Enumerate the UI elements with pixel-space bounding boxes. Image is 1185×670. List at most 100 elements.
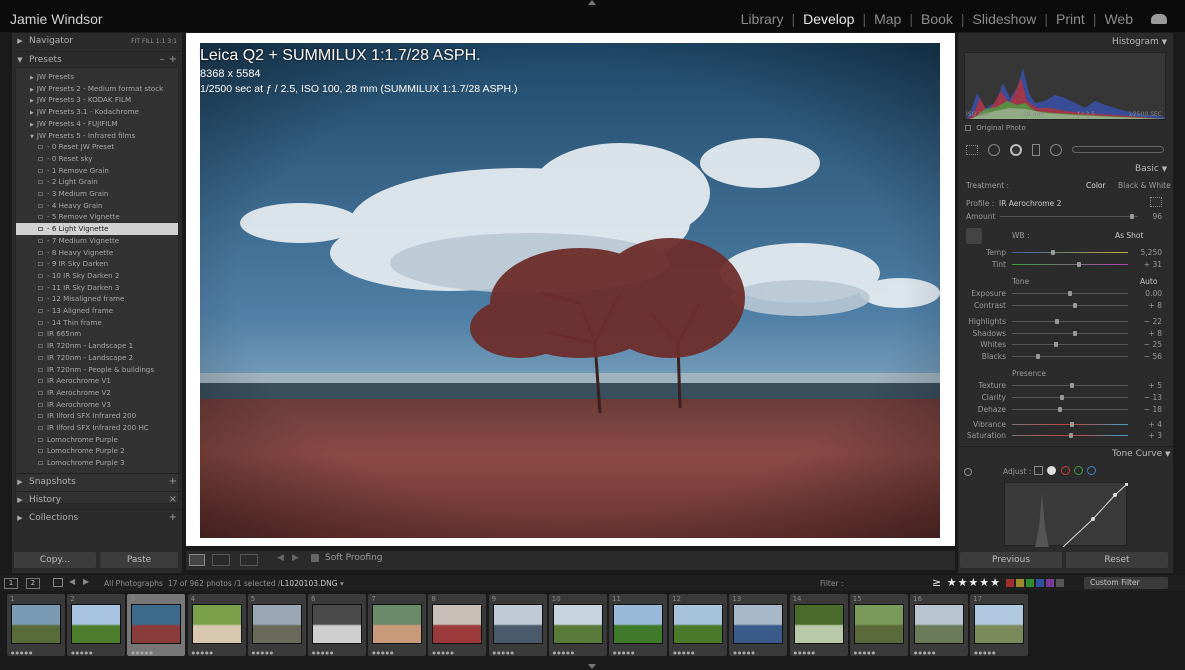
wb-dropdown[interactable]: As Shot xyxy=(1115,231,1143,240)
preset-item[interactable]: - 6 Light Vignette xyxy=(16,223,178,235)
preset-item[interactable]: Lomochrome Purple xyxy=(38,434,118,446)
preset-item[interactable]: - 7 Medium Vignette xyxy=(38,235,119,247)
point-curve-rgb-icon[interactable] xyxy=(1047,466,1056,475)
presets-panel-header[interactable]: ▼ Presets – + xyxy=(15,51,181,67)
folder-open-icon[interactable]: ▼ xyxy=(30,134,34,140)
tone-auto-button[interactable]: Auto xyxy=(1140,277,1157,286)
original-photo-checkbox[interactable] xyxy=(965,125,971,131)
slider-value-temp[interactable]: 5,250 xyxy=(1134,248,1162,257)
preset-item[interactable]: IR 665nm xyxy=(38,328,81,340)
module-print[interactable]: Print xyxy=(1048,11,1093,27)
preset-item[interactable]: - 10 IR Sky Darken 2 xyxy=(38,270,119,282)
slider-thumb-shadows[interactable] xyxy=(1072,331,1077,336)
filmstrip-thumbnail[interactable]: 12 ●●●●● xyxy=(669,594,728,656)
history-panel-header[interactable]: ▶ History × xyxy=(15,491,181,507)
slider-track-dehaze[interactable] xyxy=(1012,409,1128,410)
folder-closed-icon[interactable]: ▶ xyxy=(30,75,34,81)
slider-thumb-temp[interactable] xyxy=(1050,250,1055,255)
filmstrip-thumbnail[interactable]: 4 ●●●●● xyxy=(187,594,246,656)
folder-closed-icon[interactable]: ▶ xyxy=(30,98,34,104)
navigator-panel-header[interactable]: ▶ Navigator FIT FILL 1:1 3:1 xyxy=(15,33,181,49)
slider-value-highlights[interactable]: − 22 xyxy=(1134,317,1162,326)
folder-closed-icon[interactable]: ▶ xyxy=(30,110,34,116)
parametric-curve-icon[interactable] xyxy=(1034,466,1043,475)
slider-thumb-saturation[interactable] xyxy=(1069,433,1074,438)
graduated-filter-icon[interactable] xyxy=(1032,144,1040,156)
preset-item[interactable]: IR Ilford SFX Infrared 200 HC xyxy=(38,422,149,434)
filmstrip-thumbnail[interactable]: 7 ●●●●● xyxy=(368,594,427,656)
module-slideshow[interactable]: Slideshow xyxy=(965,11,1045,27)
amount-slider-thumb[interactable] xyxy=(1130,214,1135,219)
profile-dropdown[interactable]: IR Aerochrome 2 xyxy=(999,199,1061,208)
module-web[interactable]: Web xyxy=(1096,11,1141,27)
slider-track-temp[interactable] xyxy=(1012,252,1128,253)
slider-track-contrast[interactable] xyxy=(1012,305,1128,306)
histogram-panel-header[interactable]: Histogram ▼ xyxy=(1112,37,1167,47)
red-eye-icon[interactable] xyxy=(1010,144,1022,156)
slider-thumb-clarity[interactable] xyxy=(1059,395,1064,400)
navigator-zoom-options[interactable]: FIT FILL 1:1 3:1 xyxy=(131,38,181,45)
add-preset-button[interactable]: + xyxy=(169,54,181,65)
filmstrip-thumbnail[interactable]: 10 ●●●●● xyxy=(548,594,607,656)
yellow-label-icon[interactable] xyxy=(1016,579,1024,587)
slider-thumb-highlights[interactable] xyxy=(1055,319,1060,324)
histogram[interactable] xyxy=(964,52,1166,120)
preset-item[interactable]: - 0 Reset JW Preset xyxy=(38,141,114,153)
back-arrow-icon[interactable]: ◀ xyxy=(69,577,75,586)
module-map[interactable]: Map xyxy=(866,11,909,27)
tone-curve-graph[interactable] xyxy=(1004,482,1129,548)
add-collection-button[interactable]: + xyxy=(169,512,181,523)
slider-thumb-blacks[interactable] xyxy=(1035,354,1040,359)
previous-photo-icon[interactable]: ◀ xyxy=(277,553,284,563)
preset-folder[interactable]: ▶ JW Presets 3.1 - Kodachrome xyxy=(30,106,139,118)
filmstrip-thumbnail[interactable]: 14 ●●●●● xyxy=(789,594,848,656)
slider-thumb-contrast[interactable] xyxy=(1072,303,1077,308)
preset-item[interactable]: - 4 Heavy Grain xyxy=(38,200,103,212)
slider-thumb-tint[interactable] xyxy=(1077,262,1082,267)
slider-track-whites[interactable] xyxy=(1012,344,1128,345)
filmstrip-thumbnail[interactable]: 15 ●●●●● xyxy=(849,594,908,656)
slider-value-whites[interactable]: − 25 xyxy=(1134,340,1162,349)
preset-item[interactable]: IR 720nm - Landscape 2 xyxy=(38,352,133,364)
custom-filter-dropdown[interactable]: Custom Filter xyxy=(1084,577,1168,589)
preset-folder[interactable]: ▶ JW Presets 4 - FUJIFILM xyxy=(30,118,118,130)
preset-item[interactable]: Lomochrome Purple 2 xyxy=(38,445,125,457)
slider-value-contrast[interactable]: + 8 xyxy=(1134,301,1162,310)
slider-value-dehaze[interactable]: − 18 xyxy=(1134,405,1162,414)
treatment-color-button[interactable]: Color xyxy=(1086,181,1106,190)
preset-item[interactable]: IR Aerochrome V1 xyxy=(38,375,111,387)
rating-filter-stars-icon[interactable]: ≥ ★★★★★ xyxy=(932,576,1001,589)
slider-thumb-whites[interactable] xyxy=(1053,342,1058,347)
main-window-button[interactable]: 1 xyxy=(4,578,18,589)
collapse-top-panel-icon[interactable] xyxy=(588,0,596,5)
purple-label-icon[interactable] xyxy=(1046,579,1054,587)
radial-filter-icon[interactable] xyxy=(1050,144,1062,156)
filmstrip-thumbnail[interactable]: 11 ●●●●● xyxy=(609,594,667,656)
red-label-icon[interactable] xyxy=(1006,579,1014,587)
preset-item[interactable]: - 1 Remove Grain xyxy=(38,165,109,177)
spot-removal-icon[interactable] xyxy=(988,144,1000,156)
paste-settings-button[interactable]: Paste xyxy=(100,552,178,568)
forward-arrow-icon[interactable]: ▶ xyxy=(83,577,89,586)
next-photo-icon[interactable]: ▶ xyxy=(292,553,299,563)
preset-item[interactable]: - 3 Medium Grain xyxy=(38,188,108,200)
filmstrip-thumbnail[interactable]: 6 ●●●●● xyxy=(308,594,366,656)
collections-panel-header[interactable]: ▶ Collections + xyxy=(15,509,181,525)
slider-value-vibrance[interactable]: + 4 xyxy=(1134,420,1162,429)
grid-view-icon[interactable] xyxy=(53,578,63,587)
loupe-view-icon[interactable] xyxy=(189,554,205,566)
secondary-window-button[interactable]: 2 xyxy=(26,578,40,589)
module-library[interactable]: Library xyxy=(733,11,792,27)
preset-item[interactable]: Lomochrome Purple 3 xyxy=(38,457,125,469)
adjustment-brush-icon[interactable] xyxy=(1072,146,1164,153)
previous-settings-button[interactable]: Previous xyxy=(960,552,1062,568)
filmstrip-thumbnail[interactable]: 9 ●●●●● xyxy=(488,594,547,656)
profile-browser-icon[interactable] xyxy=(1150,197,1162,207)
slider-track-highlights[interactable] xyxy=(1012,321,1128,322)
slider-value-clarity[interactable]: − 13 xyxy=(1134,393,1162,402)
before-after-icon[interactable] xyxy=(212,554,230,566)
soft-proofing-toggle[interactable]: Soft Proofing xyxy=(311,553,383,563)
preset-item[interactable]: - 14 Thin frame xyxy=(38,317,102,329)
preset-item[interactable]: IR 720nm - Landscape 1 xyxy=(38,340,133,352)
module-book[interactable]: Book xyxy=(913,11,961,27)
